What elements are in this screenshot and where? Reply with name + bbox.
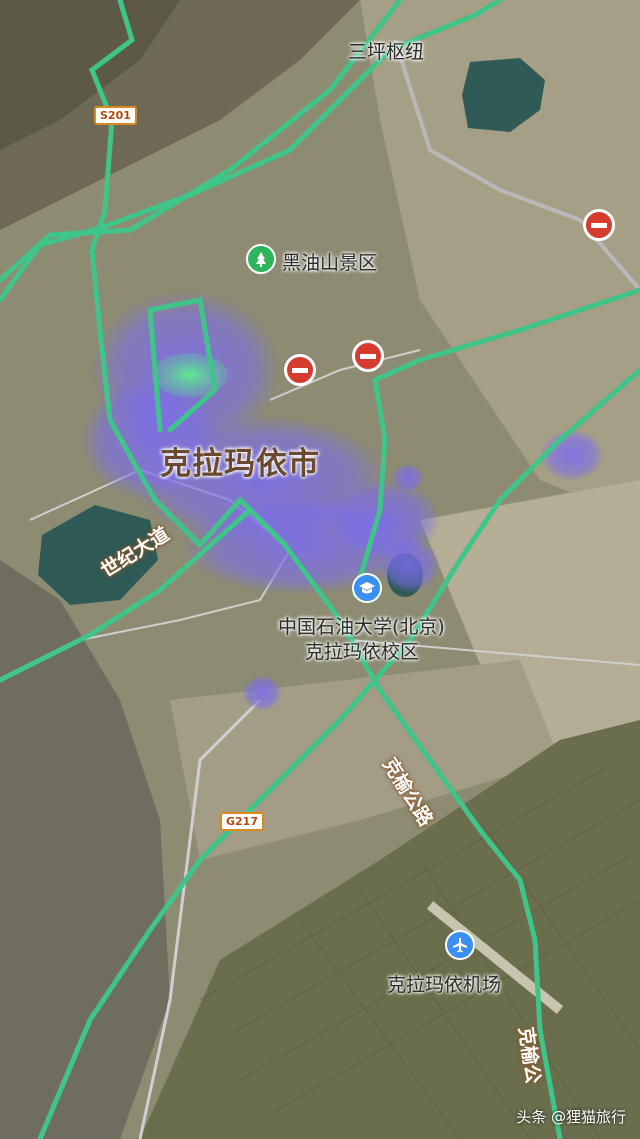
- road-closed-icon[interactable]: [284, 354, 316, 386]
- watermark: 头条 @狸猫旅行: [516, 1108, 626, 1126]
- g217-route-shield: G217: [220, 812, 264, 831]
- university-label-line2[interactable]: 克拉玛依校区: [305, 637, 419, 664]
- airport-icon[interactable]: [445, 930, 475, 960]
- city-label[interactable]: 克拉玛依市: [160, 438, 320, 483]
- university-icon[interactable]: [352, 573, 382, 603]
- map-terrain: [0, 0, 640, 1139]
- sanping-hub-label[interactable]: 三坪枢纽: [348, 37, 424, 64]
- scenic-area-icon[interactable]: [246, 244, 276, 274]
- airport-label[interactable]: 克拉玛依机场: [387, 970, 501, 997]
- heiyoushan-label[interactable]: 黑油山景区: [282, 248, 377, 275]
- road-closed-icon[interactable]: [583, 209, 615, 241]
- university-label-line1[interactable]: 中国石油大学(北京): [278, 612, 445, 639]
- road-closed-icon[interactable]: [352, 340, 384, 372]
- satellite-map[interactable]: 克拉玛依市 三坪枢纽 黑油山景区 中国石油大学(北京) 克拉玛依校区 克拉玛依机…: [0, 0, 640, 1139]
- s201-route-shield: S201: [94, 106, 137, 125]
